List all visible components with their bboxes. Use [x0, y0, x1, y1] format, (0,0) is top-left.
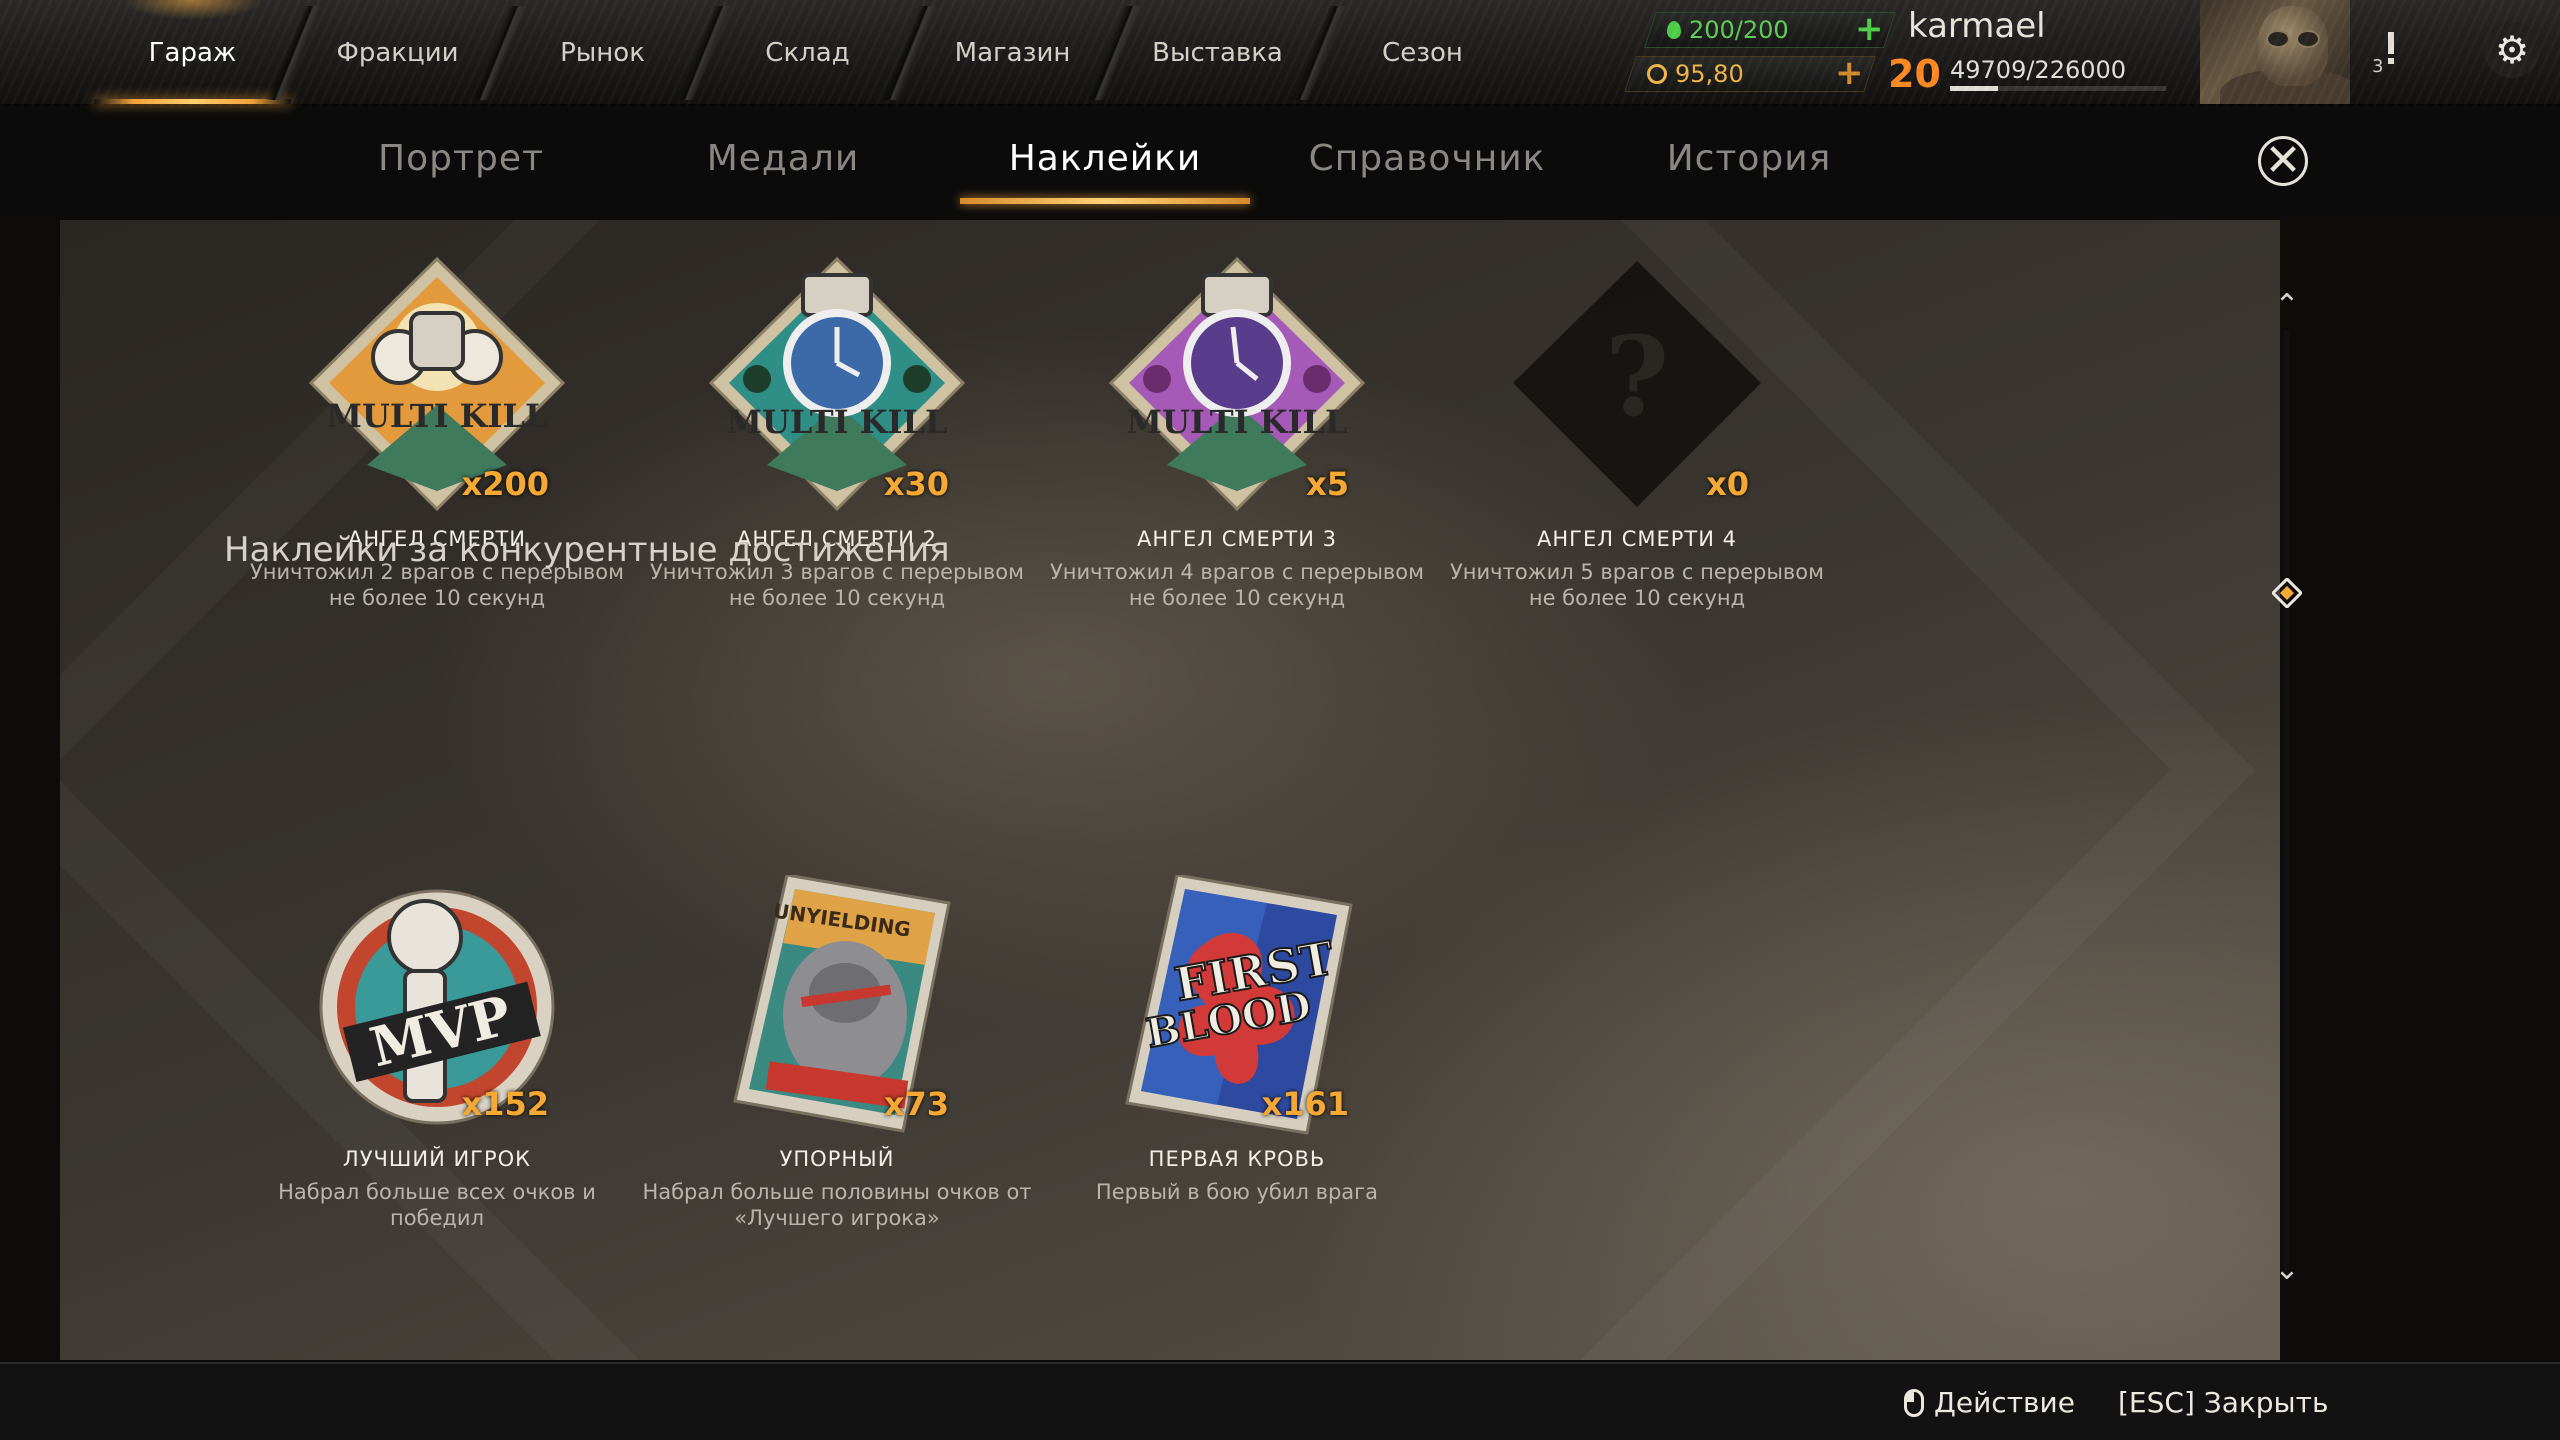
coin-icon: [1647, 64, 1667, 84]
nav-factions[interactable]: Фракции: [295, 0, 500, 106]
sticker-card[interactable]: MVP x152 ЛУЧШИЙ ИГРОК Набрал больше всех…: [237, 875, 637, 1315]
nav-shop[interactable]: Магазин: [910, 0, 1115, 106]
add-fuel-button[interactable]: +: [1855, 9, 1884, 49]
sticker-title: ЛУЧШИЙ ИГРОК: [342, 1147, 532, 1171]
nav-market[interactable]: Рынок: [500, 0, 705, 106]
sticker-text: MULTI KILL: [327, 397, 548, 435]
tab-history[interactable]: История: [1588, 108, 1910, 208]
fuel-counter: 200/200 +: [1644, 9, 1896, 49]
sticker-card[interactable]: MULTI KILL x30 АНГЕЛ СМЕРТИ 2 Уничтожил …: [637, 255, 1037, 695]
main-nav: Гараж Фракции Рынок Склад Магазин Выстав…: [90, 0, 1525, 106]
add-coins-button[interactable]: +: [1835, 53, 1864, 93]
sticker-title: УПОРНЫЙ: [779, 1147, 895, 1171]
sticker-count: x5: [1306, 465, 1349, 503]
xp-value: 49709/226000: [1950, 56, 2127, 84]
sub-nav: Портрет Медали Наклейки Справочник Истор…: [0, 108, 2560, 218]
top-bar: Гараж Фракции Рынок Склад Магазин Выстав…: [0, 0, 2560, 106]
sticker-card[interactable]: MULTI KILL x5 АНГЕЛ СМЕРТИ 3 Уничтожил 4…: [1037, 255, 1437, 695]
nav-exhibition[interactable]: Выставка: [1115, 0, 1320, 106]
coins-value: 95,80: [1675, 60, 1744, 88]
scroll-down-button[interactable]: ⌄: [2270, 1250, 2304, 1290]
xp-progress-bar: [1950, 86, 2166, 91]
scrollbar-thumb[interactable]: [2272, 578, 2302, 608]
tab-medals[interactable]: Медали: [622, 108, 944, 208]
sticker-card[interactable]: FIRST BLOOD x161 ПЕРВАЯ КРОВЬ Первый в б…: [1037, 875, 1437, 1315]
sticker-count: x152: [461, 1085, 549, 1123]
sticker-card[interactable]: ? x0 АНГЕЛ СМЕРТИ 4 Уничтожил 5 врагов с…: [1437, 255, 1837, 695]
exclamation-icon: [2388, 32, 2394, 54]
sticker-count: x200: [461, 465, 549, 503]
section-title: Наклейки за конкурентные достижения: [224, 530, 950, 570]
close-icon: ✕: [2264, 135, 2302, 186]
nav-storage[interactable]: Склад: [705, 0, 910, 106]
gear-icon[interactable]: ⚙: [2484, 22, 2540, 78]
sticker-description: Первый в бою убил врага: [1095, 1180, 1379, 1204]
avatar-head: [2258, 6, 2328, 86]
close-label: [ESC] Закрыть: [2118, 1386, 2329, 1419]
tab-portrait[interactable]: Портрет: [300, 108, 622, 208]
sticker-text: MULTI KILL: [727, 403, 948, 441]
fuel-value: 200/200: [1689, 16, 1789, 44]
nav-garage[interactable]: Гараж: [90, 0, 295, 106]
sticker-count: x161: [1261, 1085, 1349, 1123]
avatar[interactable]: [2200, 0, 2350, 104]
fuel-drop-icon: [1667, 21, 1681, 39]
sticker-title: ПЕРВАЯ КРОВЬ: [1148, 1147, 1326, 1171]
tab-reference[interactable]: Справочник: [1266, 108, 1588, 208]
nav-label: Фракции: [336, 38, 459, 68]
nav-label: Сезон: [1382, 38, 1463, 68]
action-label: Действие: [1934, 1386, 2075, 1419]
scroll-up-button[interactable]: ⌃: [2270, 286, 2304, 326]
close-hint[interactable]: [ESC] Закрыть: [2118, 1386, 2328, 1419]
svg-text:?: ?: [1605, 312, 1669, 441]
avatar-goggle: [2296, 30, 2320, 48]
notifications-button[interactable]: 3: [2358, 28, 2408, 78]
nav-label: Гараж: [148, 38, 237, 68]
sticker-description: Уничтожил 5 врагов с перерывом не более …: [1450, 560, 1824, 610]
coins-counter: 95,80 +: [1624, 53, 1876, 93]
sticker-count: x30: [883, 465, 949, 503]
sticker-title: АНГЕЛ СМЕРТИ 3: [1137, 527, 1337, 551]
sticker-card[interactable]: UNYIELDING x73 УПОРНЫЙ Набрал больше пол…: [637, 875, 1037, 1315]
nav-label: Выставка: [1152, 38, 1283, 68]
notification-count: 3: [2372, 56, 2384, 77]
action-hint[interactable]: Действие: [1904, 1386, 2075, 1419]
avatar-goggle: [2266, 30, 2290, 48]
sticker-description: Набрал больше половины очков от «Лучшего…: [642, 1180, 1032, 1230]
sticker-count: x73: [883, 1085, 949, 1123]
sticker-description: Набрал больше всех очков и победил: [278, 1180, 596, 1230]
nav-season[interactable]: Сезон: [1320, 0, 1525, 106]
close-button[interactable]: ✕: [2250, 128, 2316, 194]
sticker-card[interactable]: MULTI KILL x200 АНГЕЛ СМЕРТИ Уничтожил 2…: [237, 255, 637, 695]
nav-label: Рынок: [560, 38, 645, 68]
bottom-bar: Действие [ESC] Закрыть: [0, 1362, 2560, 1440]
tab-stickers[interactable]: Наклейки: [944, 108, 1266, 208]
xp-progress-fill: [1950, 86, 1998, 91]
mouse-icon: [1904, 1388, 1924, 1417]
nav-label: Магазин: [954, 38, 1071, 68]
sticker-count: x0: [1706, 465, 1749, 503]
active-glow: [122, 0, 263, 20]
sticker-title: АНГЕЛ СМЕРТИ 4: [1537, 527, 1737, 551]
sticker-description: Уничтожил 4 врагов с перерывом не более …: [1050, 560, 1424, 610]
player-level: 20: [1888, 52, 1941, 96]
exclamation-dot: [2388, 58, 2394, 64]
scrollbar-track[interactable]: [2284, 330, 2290, 1270]
player-name[interactable]: karmael: [1908, 6, 2046, 46]
sticker-text: MULTI KILL: [1127, 403, 1348, 441]
nav-label: Склад: [765, 38, 850, 68]
